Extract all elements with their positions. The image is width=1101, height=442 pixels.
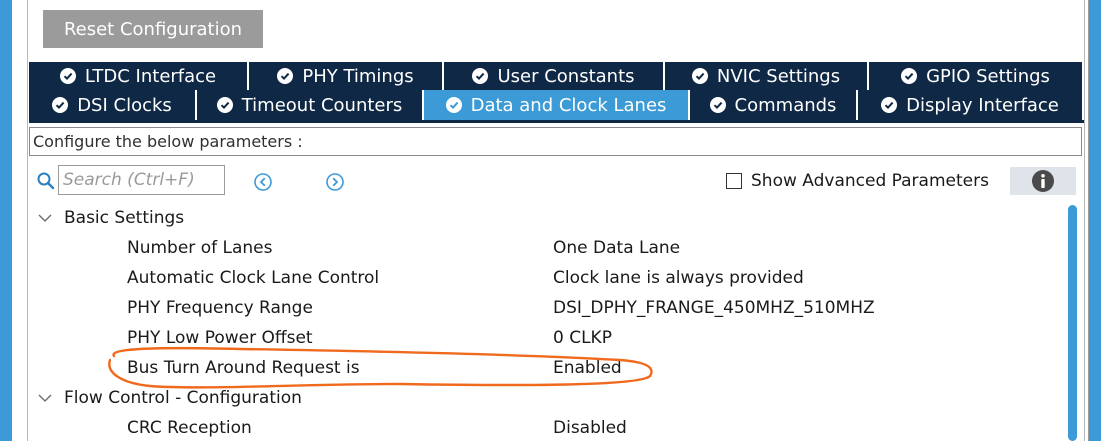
group-flow-control[interactable]: Flow Control - Configuration <box>38 388 302 408</box>
tab-label: GPIO Settings <box>926 65 1050 87</box>
check-circle-icon <box>59 68 76 84</box>
configure-prompt: Configure the below parameters : <box>29 127 1082 156</box>
group-basic-settings[interactable]: Basic Settings <box>38 208 184 228</box>
tab-nvic-settings[interactable]: NVIC Settings <box>665 62 869 90</box>
tab-label: DSI Clocks <box>77 94 172 116</box>
check-circle-icon <box>472 68 489 84</box>
info-button[interactable] <box>1010 167 1076 195</box>
show-advanced-checkbox[interactable] <box>726 173 742 189</box>
param-row: PHY Frequency Range DSI_DPHY_FRANGE_450M… <box>127 298 1057 322</box>
vertical-scrollbar[interactable] <box>1068 205 1077 441</box>
param-value[interactable]: Clock lane is always provided <box>553 268 804 288</box>
param-name: PHY Frequency Range <box>127 298 313 318</box>
show-advanced-label: Show Advanced Parameters <box>751 171 989 191</box>
tab-ltdc-interface[interactable]: LTDC Interface <box>29 62 249 90</box>
param-row: Automatic Clock Lane Control Clock lane … <box>127 268 1057 292</box>
chevron-down-icon <box>38 394 52 402</box>
check-circle-icon <box>277 68 294 84</box>
param-value[interactable]: Disabled <box>553 418 627 438</box>
group-title: Flow Control - Configuration <box>64 388 302 408</box>
pane-divider-right <box>1084 0 1085 441</box>
search-icon[interactable] <box>36 171 56 191</box>
circle-arrow-left-icon[interactable] <box>253 172 273 192</box>
tab-gpio-settings[interactable]: GPIO Settings <box>869 62 1082 90</box>
chevron-down-icon <box>38 214 52 222</box>
check-circle-icon <box>216 97 233 113</box>
param-row: Bus Turn Around Request is Enabled <box>127 358 1057 382</box>
info-icon <box>1032 170 1054 192</box>
check-circle-icon <box>881 97 898 113</box>
param-name: CRC Reception <box>127 418 252 438</box>
param-name: Bus Turn Around Request is <box>127 358 360 378</box>
check-circle-icon <box>691 68 708 84</box>
tab-row-2: DSI Clocks Timeout Counters Data and Clo… <box>29 90 1082 120</box>
tab-label: Display Interface <box>906 94 1059 116</box>
group-title: Basic Settings <box>64 208 185 228</box>
window-border-right <box>1089 0 1101 441</box>
param-value[interactable]: One Data Lane <box>553 238 680 258</box>
param-value[interactable]: Enabled <box>553 358 622 378</box>
tab-display-interface[interactable]: Display Interface <box>858 90 1082 120</box>
tab-commands[interactable]: Commands <box>690 90 858 120</box>
param-name: Automatic Clock Lane Control <box>127 268 380 288</box>
check-circle-icon <box>52 97 69 113</box>
check-circle-icon <box>901 68 918 84</box>
param-name: PHY Low Power Offset <box>127 328 313 348</box>
param-value[interactable]: 0 CLKP <box>553 328 612 348</box>
param-row: CRC Reception Disabled <box>127 418 1057 442</box>
pane-divider-left <box>27 0 28 441</box>
tab-label: LTDC Interface <box>84 65 217 87</box>
check-circle-icon <box>709 97 726 113</box>
tab-label: Data and Clock Lanes <box>470 94 667 116</box>
tab-label: NVIC Settings <box>716 65 841 87</box>
param-row: PHY Low Power Offset 0 CLKP <box>127 328 1057 352</box>
tab-timeout-counters[interactable]: Timeout Counters <box>197 90 424 120</box>
tab-user-constants[interactable]: User Constants <box>444 62 665 90</box>
tab-label: PHY Timings <box>302 65 414 87</box>
tab-label: Timeout Counters <box>241 94 403 116</box>
tab-label: Commands <box>734 94 837 116</box>
search-input[interactable] <box>58 165 225 195</box>
tab-row-1: LTDC Interface PHY Timings User Constant… <box>29 62 1082 90</box>
check-circle-icon <box>445 97 462 113</box>
circle-arrow-right-icon[interactable] <box>325 172 345 192</box>
param-row: Number of Lanes One Data Lane <box>127 238 1057 262</box>
tab-phy-timings[interactable]: PHY Timings <box>249 62 444 90</box>
reset-configuration-button[interactable]: Reset Configuration <box>43 10 263 48</box>
window-border-left <box>0 0 12 441</box>
tab-data-and-clock-lanes[interactable]: Data and Clock Lanes <box>424 90 690 120</box>
param-name: Number of Lanes <box>127 238 273 258</box>
param-value[interactable]: DSI_DPHY_FRANGE_450MHZ_510MHZ <box>553 298 875 318</box>
tab-label: User Constants <box>497 65 635 87</box>
tab-underline <box>29 120 1084 123</box>
tab-dsi-clocks[interactable]: DSI Clocks <box>29 90 197 120</box>
